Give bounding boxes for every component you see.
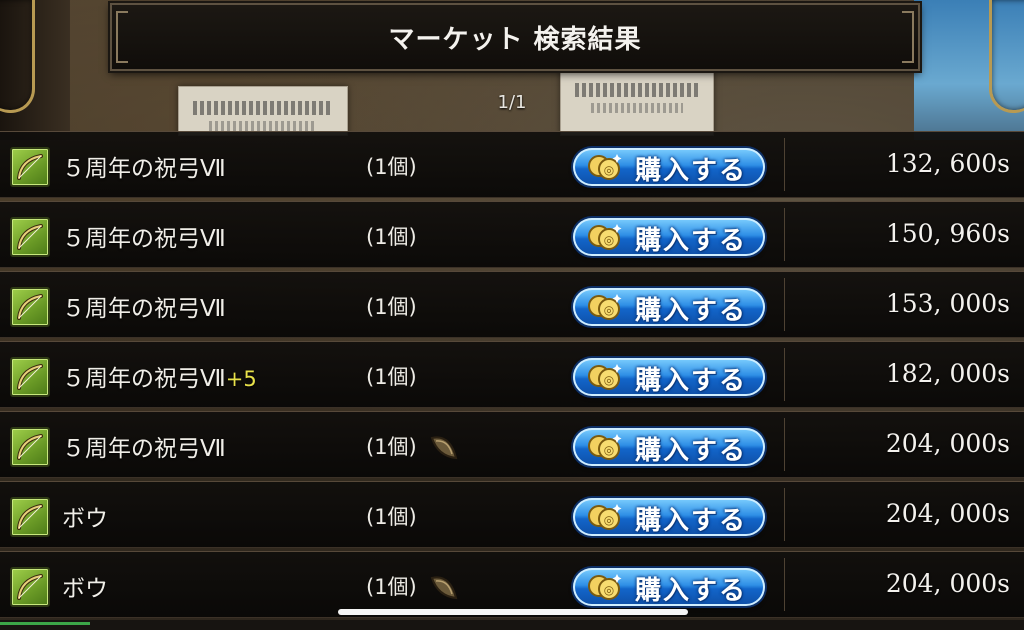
column-divider: [784, 208, 785, 261]
table-row[interactable]: ５周年の祝弓Ⅶ (1個) ◎ 購入する 150, 960s: [0, 201, 1024, 268]
column-divider: [784, 348, 785, 401]
buy-button[interactable]: ◎ 購入する: [573, 148, 765, 186]
buy-button-label: 購入する: [635, 226, 748, 256]
svg-text:◎: ◎: [604, 303, 614, 317]
coin-icon: ◎: [587, 222, 625, 256]
item-price: 204, 000s: [885, 499, 1010, 528]
coin-icon: ◎: [587, 502, 625, 536]
home-indicator[interactable]: [338, 609, 688, 615]
table-row[interactable]: ボウ (1個) ◎ 購入する 204, 000s: [0, 551, 1024, 618]
seed-icon: [428, 432, 460, 468]
page-indicator: 1/1: [497, 92, 527, 113]
table-row[interactable]: ５周年の祝弓Ⅶ+5 (1個) ◎ 購入する 182, 000s: [0, 341, 1024, 408]
coin-icon: ◎: [587, 572, 625, 606]
item-quantity: (1個): [366, 505, 417, 529]
table-row[interactable]: ボウ (1個) ◎ 購入する 204, 000s: [0, 481, 1024, 548]
item-price: 182, 000s: [885, 359, 1010, 388]
item-price: 204, 000s: [885, 569, 1010, 598]
buy-button[interactable]: ◎ 購入する: [573, 218, 765, 256]
buy-button-label: 購入する: [635, 436, 748, 466]
item-quantity: (1個): [366, 575, 417, 599]
item-name: ５周年の祝弓Ⅶ+5: [62, 366, 257, 392]
seed-icon: [428, 572, 460, 608]
item-quantity: (1個): [366, 155, 417, 179]
page-title: マーケット 検索結果: [388, 24, 642, 55]
buy-button-label: 購入する: [635, 506, 748, 536]
buy-button-label: 購入する: [635, 156, 748, 186]
item-quantity: (1個): [366, 225, 417, 249]
column-divider: [784, 418, 785, 471]
coin-icon: ◎: [587, 432, 625, 466]
svg-text:◎: ◎: [604, 233, 614, 247]
frame-ornament-right: [989, 0, 1024, 113]
item-price: 153, 000s: [885, 289, 1010, 318]
bottom-strip: [0, 620, 1024, 630]
bow-icon: [10, 427, 50, 467]
svg-text:◎: ◎: [604, 163, 614, 177]
wall-poster: [178, 86, 348, 136]
svg-text:◎: ◎: [604, 583, 614, 597]
result-list: ５周年の祝弓Ⅶ (1個) ◎ 購入する 132, 600s ５周年の祝弓Ⅶ (1…: [0, 131, 1024, 621]
item-price: 204, 000s: [885, 429, 1010, 458]
table-row[interactable]: ５周年の祝弓Ⅶ (1個) ◎ 購入する 204, 000s: [0, 411, 1024, 478]
bow-icon: [10, 147, 50, 187]
wall-poster: [560, 68, 714, 136]
item-price: 150, 960s: [885, 219, 1010, 248]
item-name: ５周年の祝弓Ⅶ: [62, 296, 226, 322]
svg-text:◎: ◎: [604, 513, 614, 527]
buy-button-label: 購入する: [635, 576, 748, 606]
bow-icon: [10, 357, 50, 397]
svg-text:◎: ◎: [604, 443, 614, 457]
coin-icon: ◎: [587, 152, 625, 186]
item-name: ボウ: [62, 576, 108, 602]
item-name: ５周年の祝弓Ⅶ: [62, 156, 226, 182]
svg-text:◎: ◎: [604, 373, 614, 387]
buy-button[interactable]: ◎ 購入する: [573, 358, 765, 396]
bow-icon: [10, 567, 50, 607]
buy-button[interactable]: ◎ 購入する: [573, 568, 765, 606]
item-name: ５周年の祝弓Ⅶ: [62, 226, 226, 252]
item-quantity: (1個): [366, 435, 417, 459]
column-divider: [784, 278, 785, 331]
column-divider: [784, 488, 785, 541]
buy-button[interactable]: ◎ 購入する: [573, 428, 765, 466]
column-divider: [784, 558, 785, 611]
item-price: 132, 600s: [885, 149, 1010, 178]
item-quantity: (1個): [366, 365, 417, 389]
buy-button-label: 購入する: [635, 366, 748, 396]
bow-icon: [10, 497, 50, 537]
item-name: ５周年の祝弓Ⅶ: [62, 436, 226, 462]
buy-button[interactable]: ◎ 購入する: [573, 498, 765, 536]
coin-icon: ◎: [587, 292, 625, 326]
buy-button[interactable]: ◎ 購入する: [573, 288, 765, 326]
item-quantity: (1個): [366, 295, 417, 319]
title-bar: マーケット 検索結果: [110, 3, 920, 71]
column-divider: [784, 138, 785, 191]
bow-icon: [10, 217, 50, 257]
item-name: ボウ: [62, 506, 108, 532]
buy-button-label: 購入する: [635, 296, 748, 326]
table-row[interactable]: ５周年の祝弓Ⅶ (1個) ◎ 購入する 153, 000s: [0, 271, 1024, 338]
table-row[interactable]: ５周年の祝弓Ⅶ (1個) ◎ 購入する 132, 600s: [0, 131, 1024, 198]
frame-ornament-left: [0, 0, 35, 113]
item-plus-level: +5: [225, 367, 257, 391]
bow-icon: [10, 287, 50, 327]
coin-icon: ◎: [587, 362, 625, 396]
